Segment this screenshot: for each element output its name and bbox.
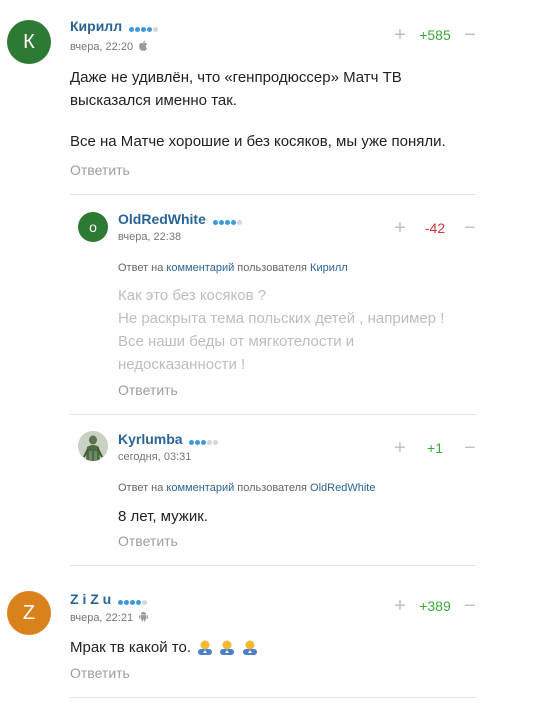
author-name-label[interactable]: Kyrlumba	[118, 431, 183, 447]
text-line: Даже не удивлён, что «генпродюссер» Матч…	[70, 69, 402, 86]
person-emoji-icon	[220, 640, 235, 655]
reply-to-info: Ответ на комментарий пользователя Кирилл	[118, 262, 348, 274]
upvote-button[interactable]: +	[393, 596, 407, 616]
text-line: Не раскрыта тема польских детей , наприм…	[118, 310, 445, 327]
author-name-label[interactable]: OldRedWhite	[118, 211, 206, 227]
reply-to-comment-link[interactable]: комментарий	[166, 482, 234, 494]
author-name[interactable]: OldRedWhite	[118, 211, 243, 228]
comment-time: вчера, 22:20	[70, 40, 148, 53]
divider	[70, 414, 476, 415]
comment-time: вчера, 22:21	[70, 611, 149, 624]
divider	[70, 697, 476, 698]
comment-text: Мрак тв какой то.	[70, 636, 258, 659]
vote-controls: + +1 −	[393, 438, 477, 458]
author-name-label[interactable]: Кирилл	[70, 18, 122, 34]
text-line: Все наши беды от мягкотелости и	[118, 333, 355, 350]
apple-icon	[139, 40, 148, 51]
comment-text: Даже не удивлён, что «генпродюссер» Матч…	[70, 66, 446, 153]
downvote-button[interactable]: −	[463, 438, 477, 458]
time-label: вчера, 22:20	[70, 41, 134, 53]
avatar[interactable]: o	[78, 212, 108, 242]
avatar[interactable]	[78, 431, 108, 461]
author-name[interactable]: Kyrlumba	[118, 431, 219, 448]
reply-button[interactable]: Ответить	[70, 665, 130, 681]
vote-controls: + +585 −	[393, 25, 477, 45]
reply-to-comment-link[interactable]: комментарий	[166, 262, 234, 274]
author-name-label[interactable]: Z i Z u	[70, 591, 111, 607]
person-emoji-icon	[198, 640, 213, 655]
reply-to-user-link[interactable]: OldRedWhite	[310, 482, 375, 494]
avatar[interactable]: Z	[7, 591, 51, 635]
downvote-button[interactable]: −	[463, 25, 477, 45]
text-line: высказался именно так.	[70, 92, 237, 109]
vote-score: -42	[424, 220, 446, 236]
upvote-button[interactable]: +	[393, 218, 407, 238]
comment-text: 8 лет, мужик.	[118, 508, 208, 525]
author-name[interactable]: Кирилл	[70, 18, 159, 35]
upvote-button[interactable]: +	[393, 438, 407, 458]
person-emoji-icon	[242, 640, 257, 655]
reply-to-prefix: Ответ на	[118, 482, 164, 494]
downvote-button[interactable]: −	[463, 218, 477, 238]
android-icon	[139, 611, 149, 622]
reply-button[interactable]: Ответить	[118, 533, 178, 549]
avatar[interactable]: К	[7, 20, 51, 64]
upvote-button[interactable]: +	[393, 25, 407, 45]
vote-controls: + +389 −	[393, 596, 477, 616]
author-name[interactable]: Z i Z u	[70, 591, 148, 608]
reply-to-middle: пользователя	[237, 262, 307, 274]
reply-to-info: Ответ на комментарий пользователя OldRed…	[118, 482, 375, 494]
text-line: Как это без косяков ?	[118, 287, 267, 304]
downvote-button[interactable]: −	[463, 596, 477, 616]
rating-dots	[189, 432, 219, 448]
reply-to-middle: пользователя	[237, 482, 307, 494]
time-label: вчера, 22:21	[70, 612, 134, 624]
text-line: недосказанности !	[118, 356, 246, 373]
comment-time: вчера, 22:38	[118, 231, 182, 243]
rating-dots	[118, 592, 148, 608]
rating-dots	[129, 19, 159, 35]
reply-to-prefix: Ответ на	[118, 262, 164, 274]
vote-score: +1	[427, 440, 443, 456]
comment-text: Как это без косяков ? Не раскрыта тема п…	[118, 284, 444, 376]
reply-button[interactable]: Ответить	[70, 162, 130, 178]
reply-to-user-link[interactable]: Кирилл	[310, 262, 348, 274]
comment-time: сегодня, 03:31	[118, 451, 192, 463]
divider	[70, 565, 476, 566]
avatar-image	[78, 431, 108, 461]
text-spacer	[70, 112, 446, 130]
rating-dots	[212, 212, 243, 228]
text-line: Мрак тв какой то.	[70, 639, 191, 656]
reply-button[interactable]: Ответить	[118, 382, 178, 398]
divider	[70, 194, 476, 195]
vote-score: +389	[419, 598, 451, 614]
text-line: Все на Матче хорошие и без косяков, мы у…	[70, 133, 446, 150]
vote-score: +585	[419, 27, 451, 43]
vote-controls: + -42 −	[393, 218, 477, 238]
